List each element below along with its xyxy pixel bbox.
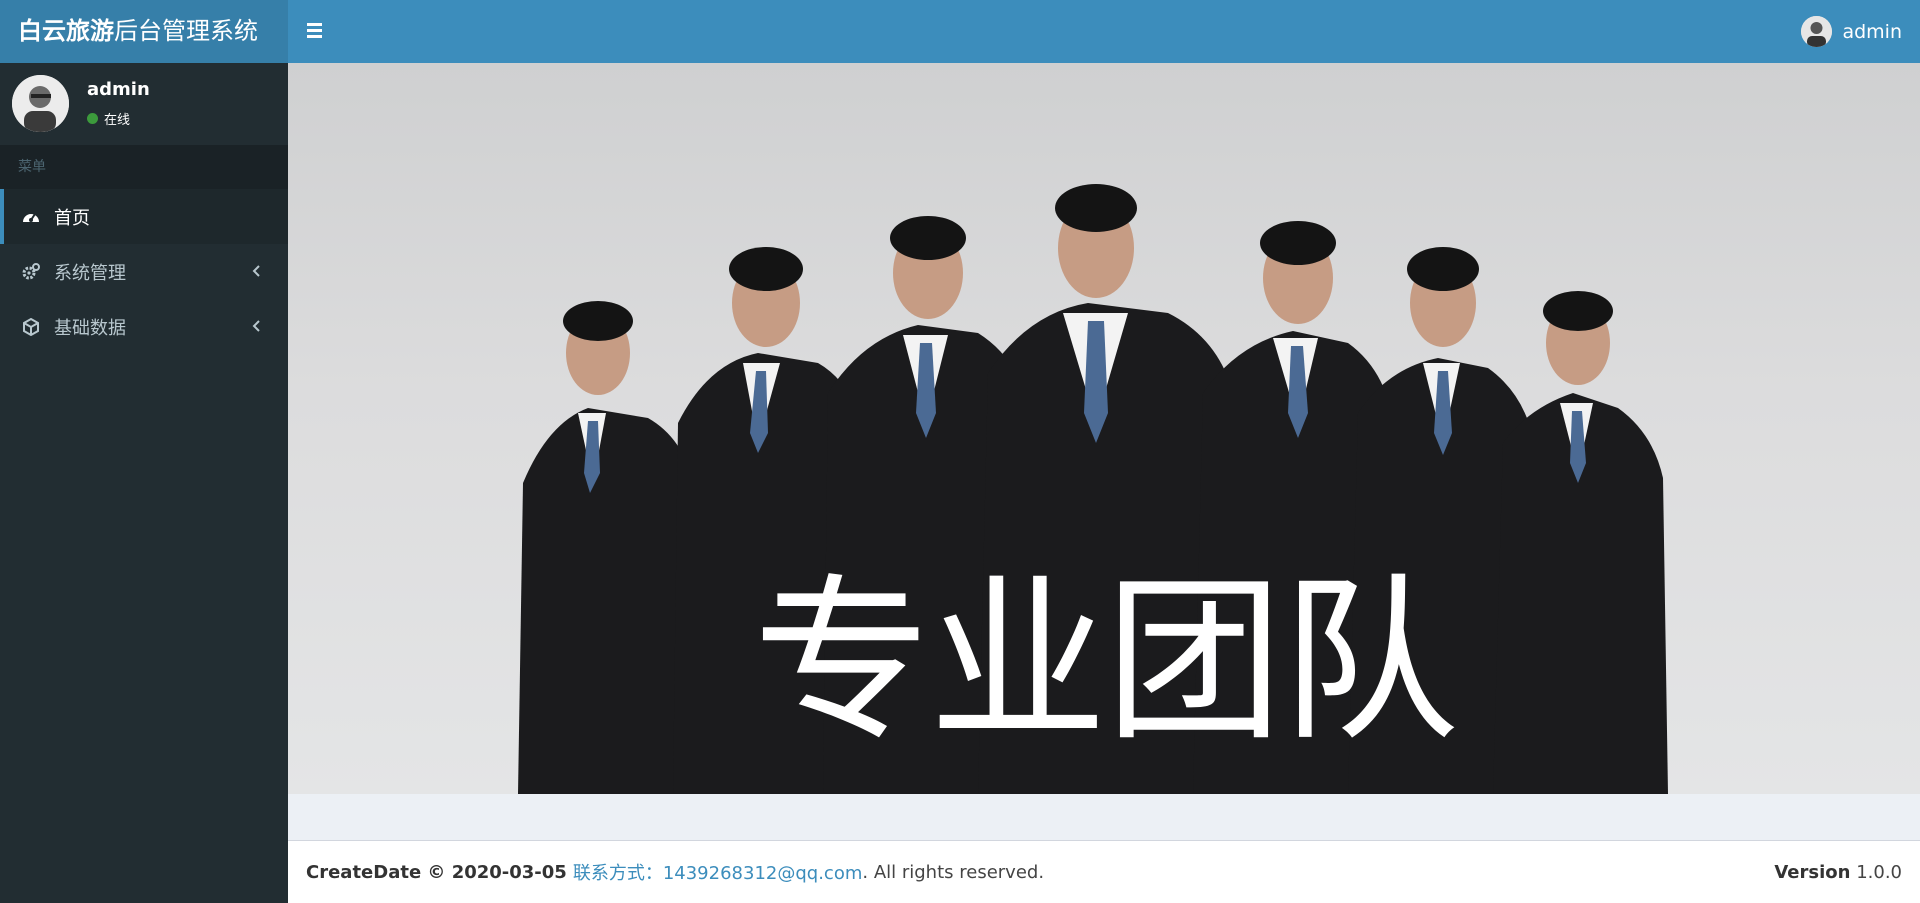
cube-icon	[20, 316, 42, 338]
dashboard-icon	[20, 206, 42, 228]
sidebar-user-name: admin	[87, 79, 150, 100]
sidebar-item-system[interactable]: 系统管理	[0, 244, 288, 299]
footer: CreateDate © 2020-03-05 联系方式：1439268312@…	[288, 840, 1920, 903]
sidebar: admin 在线 菜单 首页 系统管理 基础数据	[0, 63, 288, 903]
version-value: 1.0.0	[1856, 861, 1902, 883]
hamburger-icon-bar	[307, 29, 322, 32]
status-text: 在线	[104, 113, 131, 128]
sidebar-item-home[interactable]: 首页	[0, 189, 288, 244]
hamburger-icon	[307, 23, 322, 26]
sidebar-item-label: 基础数据	[54, 317, 126, 339]
menu-header: 菜单	[0, 145, 288, 189]
online-dot-icon	[87, 113, 98, 124]
footer-create-date: CreateDate © 2020-03-05	[306, 861, 567, 883]
gears-icon	[20, 261, 42, 283]
version-label: Version	[1774, 861, 1851, 883]
version-info: Version 1.0.0	[1774, 862, 1902, 883]
main-content: 专业团队	[288, 63, 1920, 794]
hamburger-icon-bar	[307, 35, 322, 38]
sidebar-toggle-button[interactable]	[304, 20, 326, 42]
app-logo[interactable]: 白云旅游后台管理系统	[0, 0, 288, 63]
hero-banner-image: 专业团队	[288, 63, 1920, 794]
contact-link[interactable]: 联系方式：1439268312@qq.com	[573, 859, 863, 885]
logo-light-text: 后台管理系统	[114, 17, 258, 45]
user-panel: admin 在线	[0, 63, 288, 145]
footer-rights: . All rights reserved.	[862, 861, 1045, 883]
chevron-left-icon	[252, 265, 260, 277]
sidebar-item-label: 首页	[54, 207, 90, 229]
avatar	[12, 75, 69, 132]
status-badge: 在线	[87, 109, 130, 128]
user-menu-name: admin	[1842, 20, 1902, 43]
sidebar-item-label: 系统管理	[54, 262, 126, 284]
top-navbar: admin	[288, 0, 1920, 63]
user-menu[interactable]: admin	[1801, 0, 1902, 63]
sidebar-item-base-data[interactable]: 基础数据	[0, 299, 288, 354]
logo-bold-text: 白云旅游	[18, 17, 114, 45]
hero-title: 专业团队	[753, 558, 1459, 765]
chevron-left-icon	[252, 320, 260, 332]
avatar	[1801, 16, 1833, 47]
